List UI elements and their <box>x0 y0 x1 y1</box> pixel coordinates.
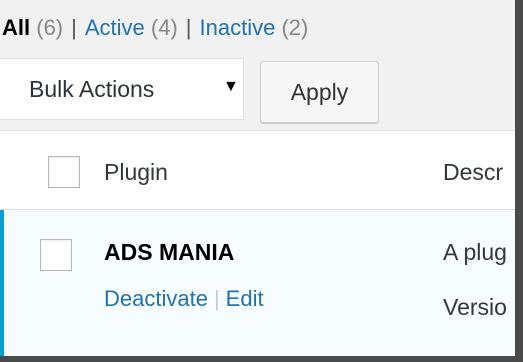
edit-link[interactable]: Edit <box>226 286 264 311</box>
filter-all-label: All <box>2 15 31 40</box>
filter-separator: | <box>71 15 77 40</box>
filter-active[interactable]: Active (4) <box>85 15 178 40</box>
filter-inactive-label: Inactive <box>199 15 276 40</box>
plugin-status-filters: All (6) | Active (4) | Inactive (2) <box>2 15 308 41</box>
column-header-description[interactable]: Descr <box>443 159 503 186</box>
plugin-description: A plug <box>443 239 507 265</box>
plugins-panel: All (6) | Active (4) | Inactive (2) Bulk Act… <box>0 0 515 356</box>
column-header-plugin[interactable]: Plugin <box>104 159 168 186</box>
plugin-name: ADS MANIA <box>104 239 235 265</box>
apply-button[interactable]: Apply <box>260 61 379 123</box>
row-checkbox[interactable] <box>40 239 72 271</box>
row-actions: Deactivate | Edit <box>104 286 264 312</box>
filter-inactive[interactable]: Inactive (2) <box>200 15 309 40</box>
filter-inactive-count: (2) <box>281 15 309 40</box>
deactivate-link[interactable]: Deactivate <box>104 286 208 311</box>
table-header: Plugin Descr <box>0 131 515 210</box>
plugin-version-info: Versio <box>443 294 507 320</box>
bulk-actions-selected-value: Bulk Actions <box>29 75 155 102</box>
bulk-actions-select[interactable]: Bulk Actions ▼ <box>0 58 244 120</box>
dropdown-caret-icon: ▼ <box>223 78 239 95</box>
filter-active-count: (4) <box>150 15 178 40</box>
table-row <box>0 210 515 356</box>
active-row-indicator <box>0 210 4 356</box>
filter-all-count: (6) <box>36 15 64 40</box>
select-all-checkbox[interactable] <box>48 156 80 188</box>
row-action-separator: | <box>213 286 220 311</box>
filter-separator: | <box>185 15 192 40</box>
filter-active-label: Active <box>84 15 145 40</box>
plugins-table: Plugin Descr <box>0 130 515 356</box>
filter-all[interactable]: All (6) <box>2 15 63 40</box>
